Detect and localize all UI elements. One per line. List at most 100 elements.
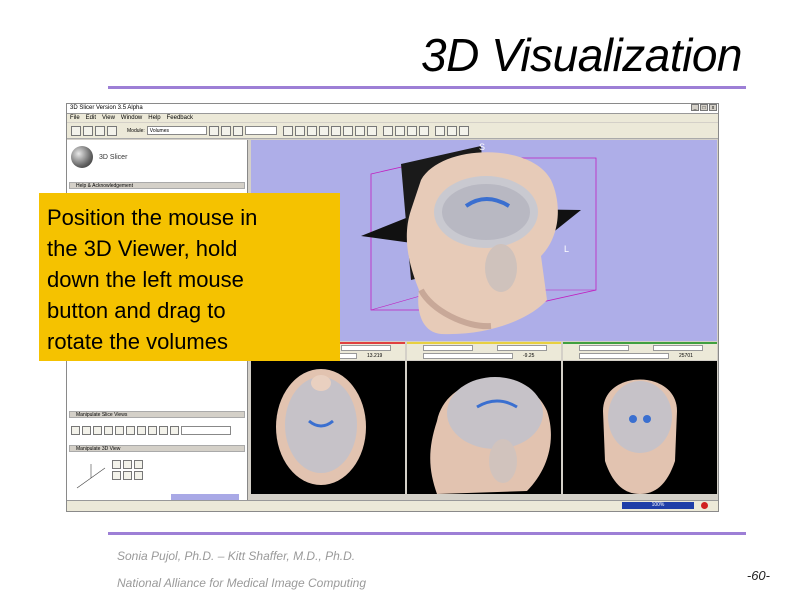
view-3d-controls <box>112 460 152 480</box>
footer-divider <box>108 532 746 535</box>
axial-slice-image <box>276 369 366 485</box>
load-data-button[interactable] <box>83 125 93 136</box>
slice-grid-button[interactable] <box>93 426 102 435</box>
orientation-axes-icon <box>76 464 106 489</box>
slice-opacity-slider[interactable] <box>181 426 231 435</box>
layout-compare-button[interactable] <box>366 125 377 136</box>
green-slice-view[interactable] <box>563 361 717 494</box>
minimize-button[interactable]: _ <box>691 104 699 111</box>
module-home-button[interactable] <box>232 125 243 136</box>
menu-window[interactable]: Window <box>121 114 142 122</box>
slicer-logo: 3D Slicer <box>71 146 127 168</box>
zoom-tool-button[interactable] <box>446 125 457 136</box>
callout-line-4: button and drag to <box>47 298 226 323</box>
rotate-down-button[interactable] <box>112 471 121 480</box>
menu-feedback[interactable]: Feedback <box>167 114 193 122</box>
slice-views-panel-header[interactable]: Manipulate Slice Views <box>69 411 245 418</box>
slice-fg-button[interactable] <box>148 426 157 435</box>
slice-fit-button[interactable] <box>71 426 80 435</box>
3d-label-left: L <box>564 244 570 254</box>
slicer-logo-icon <box>71 146 93 168</box>
maximize-button[interactable]: □ <box>700 104 708 111</box>
footer-organization: National Alliance for Medical Image Comp… <box>117 576 367 590</box>
menu-bar: File Edit View Window Help Feedback <box>67 114 718 122</box>
close-button[interactable]: x <box>709 104 717 111</box>
slice-crosshair-button[interactable] <box>104 426 113 435</box>
page-number: -60- <box>746 568 770 583</box>
window-title: 3D Slicer Version 3.5 Alpha <box>70 105 143 111</box>
green-bg-selector[interactable] <box>653 345 703 351</box>
callout-line-1: Position the mouse in <box>47 205 258 230</box>
next-module-button[interactable] <box>220 125 231 136</box>
yellow-offset-slider[interactable] <box>423 353 513 359</box>
menu-view[interactable]: View <box>102 114 115 122</box>
yellow-slice-view[interactable] <box>407 361 561 494</box>
green-offset-slider[interactable] <box>579 353 669 359</box>
menu-file[interactable]: File <box>70 114 80 122</box>
slice-spacing-button[interactable] <box>126 426 135 435</box>
green-slice-color-bar <box>563 342 717 344</box>
slice-opacity-button[interactable] <box>170 426 179 435</box>
rotate-up-button[interactable] <box>134 460 143 469</box>
green-offset-value: 25701 <box>679 353 693 359</box>
3d-label-superior: S <box>479 142 486 152</box>
layout-four-up-button[interactable] <box>306 125 317 136</box>
fiducial-tool-button[interactable] <box>394 125 405 136</box>
callout-line-3: down the left mouse <box>47 267 244 292</box>
layout-green-button[interactable] <box>354 125 365 136</box>
undo-button[interactable] <box>406 125 417 136</box>
layout-3d-button[interactable] <box>294 125 305 136</box>
menu-help[interactable]: Help <box>148 114 160 122</box>
close-scene-button[interactable] <box>107 125 117 136</box>
module-search-input[interactable] <box>244 126 277 135</box>
callout-line-2: the 3D Viewer, hold <box>47 236 238 261</box>
load-scene-button[interactable] <box>71 125 81 136</box>
main-toolbar: Module: Volumes <box>67 123 718 139</box>
layout-conventional-button[interactable] <box>282 125 293 136</box>
look-from-button[interactable] <box>123 471 132 480</box>
yellow-fg-selector[interactable] <box>423 345 473 351</box>
slice-views-controls <box>71 426 231 435</box>
stop-icon[interactable] <box>701 502 708 509</box>
rotate-left-button[interactable] <box>112 460 121 469</box>
logo-text: 3D Slicer <box>99 153 128 161</box>
title-divider <box>108 86 746 89</box>
layout-tabbed-button[interactable] <box>318 125 329 136</box>
pan-tool-button[interactable] <box>434 125 445 136</box>
progress-bar: 100% <box>622 502 694 509</box>
red-offset-value: 13.219 <box>367 353 383 359</box>
spin-button[interactable] <box>134 471 143 480</box>
module-label: Module: <box>127 127 145 134</box>
callout-line-5: rotate the volumes <box>47 329 228 354</box>
slice-link-button[interactable] <box>82 426 91 435</box>
slice-annotation-button[interactable] <box>115 426 124 435</box>
yellow-offset-value: -9.25 <box>523 353 535 359</box>
yellow-bg-selector[interactable] <box>497 345 547 351</box>
save-button[interactable] <box>95 125 105 136</box>
red-bg-selector[interactable] <box>341 345 391 351</box>
rotate-right-button[interactable] <box>123 460 132 469</box>
green-fg-selector[interactable] <box>579 345 629 351</box>
menu-edit[interactable]: Edit <box>86 114 96 122</box>
redo-button[interactable] <box>418 125 429 136</box>
yellow-slice-controller: -9.25 <box>407 342 561 360</box>
status-bar: 100% <box>67 500 718 511</box>
screenshot-button[interactable] <box>458 125 469 136</box>
module-selector[interactable]: Volumes <box>146 126 207 135</box>
slice-label-button[interactable] <box>137 426 146 435</box>
window-titlebar: 3D Slicer Version 3.5 Alpha _ □ x <box>67 104 718 114</box>
view-3d-panel-header[interactable]: Manipulate 3D View <box>69 445 245 452</box>
green-slice-controller: 25701 <box>563 342 717 360</box>
yellow-slice-color-bar <box>407 342 561 344</box>
coronal-slice-image <box>603 379 677 494</box>
slide-title: 3D Visualization <box>420 29 743 81</box>
pick-tool-button[interactable] <box>382 125 393 136</box>
instruction-callout: Position the mouse in the 3D Viewer, hol… <box>39 193 340 361</box>
help-panel-header[interactable]: Help & Acknowledgement <box>69 182 245 189</box>
slice-bg-button[interactable] <box>159 426 168 435</box>
layout-yellow-button[interactable] <box>342 125 353 136</box>
layout-red-button[interactable] <box>330 125 341 136</box>
sagittal-slice-image <box>430 377 551 494</box>
red-slice-view[interactable] <box>251 361 405 494</box>
prev-module-button[interactable] <box>208 125 219 136</box>
